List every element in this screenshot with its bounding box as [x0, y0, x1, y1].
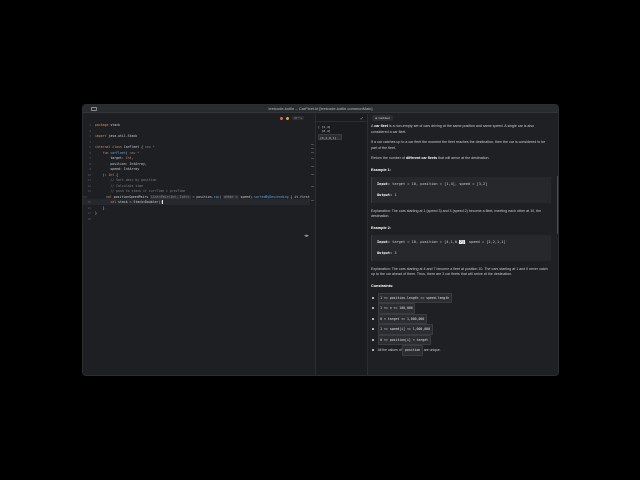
title-bar: leetcode-kotlin – CarFleet.kt [leetcode-… — [83, 105, 558, 113]
code-text: val positionSpeedPairs List<Pair<Int, In… — [105, 194, 314, 199]
constraint-item: All the values of position are unique. — [371, 345, 551, 356]
example-1-input-label: Input: — [377, 181, 390, 186]
code-editor[interactable]: 1 package stack 2 3 import java.util.Stack 4 5… — [83, 114, 313, 375]
example-2-output: 3 — [394, 250, 397, 255]
example-2-input-post: , speed = [2,2,1,1] — [464, 239, 506, 244]
code-text: target: Int, — [95, 156, 134, 160]
window-title: leetcode-kotlin – CarFleet.kt [leetcode-… — [268, 106, 373, 111]
example-1-explanation: Explanation: The cars starting at 1 (spe… — [371, 208, 542, 219]
code-line[interactable]: 18 — [83, 216, 310, 222]
line-number: 17 — [87, 211, 91, 215]
intro-paragraph-1: A car fleet is a non-empty set of cars d… — [371, 124, 535, 134]
constraints-heading: Constraints: — [371, 283, 394, 288]
line-number: 1 — [89, 123, 91, 127]
line-number: 14 — [83, 194, 87, 199]
line-number: 15 — [87, 200, 91, 204]
warning-icon[interactable] — [286, 116, 290, 120]
constraint-item: 0 <= position[i] < target — [371, 334, 551, 345]
tab-description[interactable]: ◆CarFleet — [372, 115, 393, 121]
constraint-item: 1 <= position.length == speed.length — [371, 292, 551, 303]
example-2-input-label: Input: — [377, 239, 390, 244]
code-text: // push to stack if currTime > prevTime — [110, 189, 186, 193]
code-text: speed: IntArray — [95, 167, 140, 171]
example-1-block: Input: target = 10, position = [1,4], sp… — [371, 176, 551, 203]
tab-label: CarFleet — [378, 116, 390, 120]
description-body: A car fleet is a non-empty set of cars d… — [371, 124, 551, 356]
output-line-2: [8,4] — [318, 129, 331, 133]
line-number: 3 — [89, 134, 91, 138]
ide-window: leetcode-kotlin – CarFleet.kt [leetcode-… — [82, 104, 559, 376]
code-text: // Calculate time — [110, 183, 143, 188]
code-text: fun carFleet( new * — [102, 150, 140, 155]
example-1-output: 1 — [394, 192, 397, 197]
output-result-box: [4,4,0,1] — [318, 134, 342, 140]
example-1-input: target = 10, position = [1,4], speed = [… — [392, 181, 488, 186]
line-number: 13 — [87, 189, 91, 193]
line-number: 8 — [89, 161, 91, 166]
constraint-item: 1 <= n <= 100,000 — [371, 303, 551, 314]
line-number: 16 — [87, 205, 91, 210]
line-number: 10 — [87, 172, 91, 177]
code-text: import java.util.Stack — [95, 134, 138, 138]
code-text: position: IntArray, — [95, 161, 147, 166]
file-icon: ◆ — [375, 116, 378, 120]
run-output-pane: ✓ [ [2,4] [8,4] [4,4,0,1] — [316, 114, 368, 375]
code-text: ): Int { — [95, 172, 119, 177]
example-2-explanation: Explanation: The cars starting at 4 and … — [371, 266, 548, 277]
constraint-item: 0 < target <= 1,000,000 — [371, 313, 551, 324]
line-number: 5 — [89, 145, 91, 149]
line-number: 12 — [87, 183, 91, 188]
line-number: 2 — [89, 128, 91, 133]
line-number: 9 — [89, 167, 91, 171]
line-number: 18 — [87, 216, 91, 221]
code-text: package stack — [95, 123, 120, 127]
code-text: // Sort desc by position — [110, 178, 157, 182]
description-scrollbar[interactable] — [556, 176, 558, 234]
example-1-output-label: Output: — [377, 192, 393, 197]
editor-inspections: 47 ^ v — [280, 116, 304, 120]
code-text: } — [95, 205, 105, 210]
intro-paragraph-3: Return the number of different car fleet… — [371, 156, 490, 160]
example-2-input-pre: target = 10, position = [4,1,0, — [392, 239, 460, 244]
line-number: 7 — [89, 156, 91, 160]
example-2-block: Input: target = 10, position = [4,1,0,7]… — [371, 234, 551, 261]
line-number: 4 — [89, 139, 91, 144]
description-tab-bar: ◆CarFleet — [368, 114, 558, 122]
problem-description: ◆CarFleet A car fleet is a non-empty set… — [368, 114, 558, 375]
line-number: 6 — [89, 150, 91, 155]
split-drag-handle-icon[interactable]: ◂▸ — [304, 233, 309, 239]
constraint-item: 1 <= speed[i] <= 1,000,000 — [371, 324, 551, 335]
example-1-heading: Example 1: — [371, 167, 392, 172]
code-text: val stack = Stack<Double>() — [110, 200, 163, 204]
output-result: [4,4,0,1] — [320, 136, 337, 140]
intro-paragraph-2: If a car catches up to a car fleet the m… — [371, 140, 546, 150]
check-icon[interactable]: ✓ — [360, 116, 364, 122]
code-text: internal class CarFleet { new * — [95, 145, 155, 149]
constraints-list: 1 <= position.length == speed.length 1 <=… — [371, 292, 551, 356]
example-2-heading: Example 2: — [371, 225, 392, 230]
example-2-output-label: Output: — [377, 250, 393, 255]
error-icon[interactable] — [280, 116, 284, 120]
code-text: } — [95, 211, 97, 215]
line-number: 11 — [87, 178, 91, 182]
run-pane-header: ✓ — [316, 114, 367, 122]
inspection-count[interactable]: 47 ^ v — [292, 116, 304, 120]
